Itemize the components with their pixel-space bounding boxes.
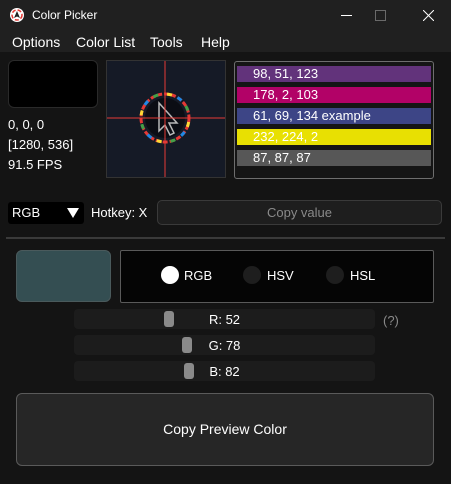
- help-marker[interactable]: (?): [383, 313, 399, 328]
- preview-color-swatch[interactable]: [16, 250, 111, 302]
- menu-help[interactable]: Help: [201, 34, 230, 50]
- history-item[interactable]: 98, 51, 123: [237, 66, 431, 82]
- copy-value-button[interactable]: Copy value: [157, 200, 442, 225]
- menu-options[interactable]: Options: [12, 34, 60, 50]
- close-icon: [423, 10, 434, 21]
- radio-hsl-label[interactable]: HSL: [350, 268, 375, 283]
- blue-slider[interactable]: B: 82: [74, 361, 375, 381]
- maximize-icon: [375, 10, 386, 21]
- fps-text: 91.5 FPS: [8, 157, 63, 172]
- mode-dropdown-value: RGB: [12, 205, 41, 220]
- red-slider-label: R: 52: [208, 312, 241, 327]
- history-item[interactable]: 178, 2, 103: [237, 87, 431, 103]
- radio-hsv-label[interactable]: HSV: [267, 268, 294, 283]
- close-button[interactable]: [407, 0, 449, 30]
- chevron-down-icon: [67, 208, 79, 218]
- current-rgb-text: 0, 0, 0: [8, 117, 45, 132]
- title-bar: Color Picker: [0, 0, 451, 30]
- radio-hsl[interactable]: [326, 266, 344, 284]
- maximize-button[interactable]: [359, 0, 401, 30]
- history-item[interactable]: 232, 224, 2: [237, 129, 431, 145]
- green-slider-label: G: 78: [208, 338, 241, 353]
- current-color-swatch: [8, 60, 98, 108]
- menu-color-list[interactable]: Color List: [76, 34, 135, 50]
- color-picker-app-icon: [10, 8, 24, 22]
- minimize-icon: [341, 15, 352, 16]
- magnified-cursor-image: [107, 61, 225, 177]
- section-divider: [6, 237, 445, 239]
- menu-bar: Options Color List Tools Help: [0, 30, 451, 52]
- blue-slider-label: B: 82: [209, 364, 240, 379]
- radio-rgb[interactable]: [161, 266, 179, 284]
- cursor-position-text: [1280, 536]: [8, 137, 74, 152]
- main-content: 0, 0, 0 [1280, 536] 91.5 FPS 98, 51, 123…: [0, 52, 451, 484]
- window-title: Color Picker: [32, 8, 98, 22]
- color-history-list[interactable]: 98, 51, 123 178, 2, 103 61, 69, 134 exam…: [234, 61, 434, 179]
- history-item[interactable]: 87, 87, 87: [237, 150, 431, 166]
- copy-preview-color-button[interactable]: Copy Preview Color: [16, 393, 434, 466]
- menu-tools[interactable]: Tools: [150, 34, 183, 50]
- radio-rgb-label[interactable]: RGB: [184, 268, 212, 283]
- magnifier-view: [106, 60, 226, 178]
- history-item[interactable]: 61, 69, 134 example: [237, 108, 431, 124]
- color-mode-dropdown[interactable]: RGB: [8, 202, 84, 224]
- color-mode-radio-group: RGB HSV HSL: [120, 250, 434, 303]
- green-slider[interactable]: G: 78: [74, 335, 375, 355]
- hotkey-text: Hotkey: X: [91, 205, 148, 220]
- red-slider[interactable]: R: 52: [74, 309, 375, 329]
- radio-hsv[interactable]: [243, 266, 261, 284]
